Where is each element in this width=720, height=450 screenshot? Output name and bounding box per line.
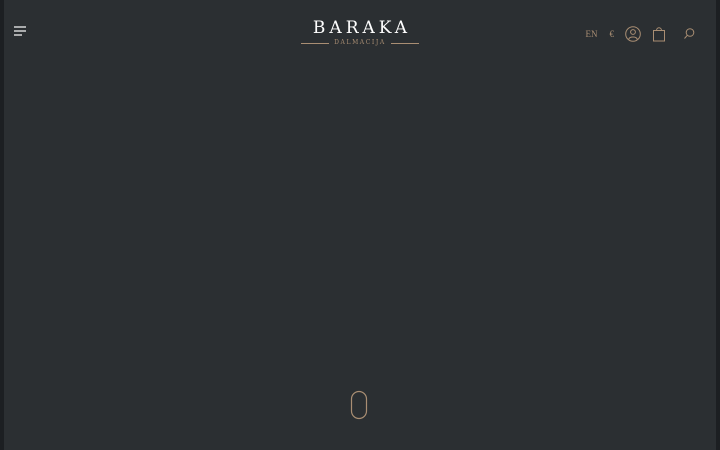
logo-title: BARAKA xyxy=(312,18,412,38)
search-icon[interactable] xyxy=(680,25,698,43)
logo-subtitle-row: DALMACIJA xyxy=(260,39,460,47)
logo-subtitle: DALMACIJA xyxy=(334,39,386,46)
shopping-bag-icon[interactable] xyxy=(650,25,668,43)
hamburger-menu-icon xyxy=(14,26,26,36)
user-account-icon[interactable] xyxy=(624,25,642,43)
mouse-scroll-icon[interactable] xyxy=(350,390,368,420)
header-actions: EN € xyxy=(586,24,699,44)
site-header: BARAKA DALMACIJA EN € xyxy=(4,0,716,68)
logo-divider-right xyxy=(390,42,419,44)
page: BARAKA DALMACIJA EN € xyxy=(4,0,716,450)
menu-button[interactable] xyxy=(12,24,32,44)
currency-selector[interactable]: € xyxy=(610,29,615,39)
site-logo[interactable]: BARAKA DALMACIJA xyxy=(260,18,460,47)
logo-divider-left xyxy=(301,42,330,44)
language-selector[interactable]: EN xyxy=(586,29,598,39)
